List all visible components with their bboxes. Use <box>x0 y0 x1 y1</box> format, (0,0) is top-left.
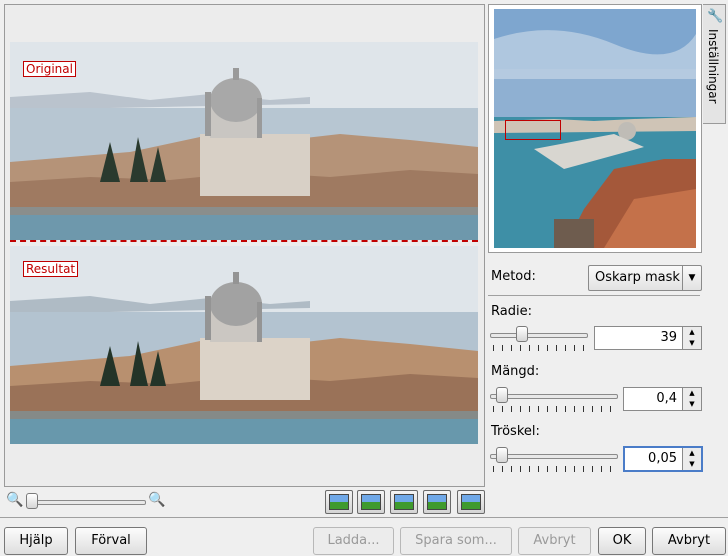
amount-spinbox[interactable]: 0,4 ▲ ▼ <box>623 387 702 411</box>
tab-settings[interactable]: 🔧 Inställningar <box>703 4 726 124</box>
tab-settings-label: Inställningar <box>706 29 720 104</box>
chevron-down-icon: ▼ <box>682 266 701 290</box>
defaults-button[interactable]: Förval <box>75 527 147 555</box>
threshold-slider-handle[interactable] <box>496 447 508 463</box>
separator <box>488 295 700 296</box>
abort-button[interactable]: Avbryt <box>518 527 591 555</box>
zoom-out-icon[interactable]: 🔍 <box>6 492 23 508</box>
radius-label: Radie: <box>491 304 532 319</box>
amount-slider[interactable] <box>490 386 618 412</box>
mode-2-icon <box>361 494 381 510</box>
preview-pane[interactable]: Original Resultat <box>4 4 485 487</box>
zoom-slider[interactable] <box>26 492 146 518</box>
radius-slider[interactable] <box>490 325 588 351</box>
threshold-spinbox[interactable]: 0,05 ▲ ▼ <box>623 446 703 472</box>
zoom-in-icon[interactable]: 🔍 <box>148 492 165 508</box>
navigator-thumbnail-frame <box>488 4 702 253</box>
load-button[interactable]: Ladda... <box>313 527 394 555</box>
amount-slider-handle[interactable] <box>496 387 508 403</box>
method-select-value: Oskarp mask <box>595 270 680 285</box>
threshold-label: Tröskel: <box>491 424 540 439</box>
mode-4-icon <box>427 494 447 510</box>
threshold-value: 0,05 <box>648 451 677 466</box>
original-label: Original <box>23 61 76 77</box>
method-label: Metod: <box>491 269 536 284</box>
zoom-slider-handle[interactable] <box>26 493 38 509</box>
slider-ticks <box>493 406 615 412</box>
spin-arrows-icon[interactable]: ▲ ▼ <box>682 327 701 349</box>
amount-label: Mängd: <box>491 364 540 379</box>
radius-slider-handle[interactable] <box>516 326 528 342</box>
cancel-button[interactable]: Avbryt <box>652 527 726 555</box>
preview-mode-5-button[interactable] <box>457 490 485 514</box>
preview-mode-2-button[interactable] <box>357 490 385 514</box>
wrench-icon: 🔧 <box>707 9 724 24</box>
result-label: Resultat <box>23 261 79 277</box>
slider-ticks <box>493 345 585 351</box>
mode-3-icon <box>394 494 414 510</box>
preview-mode-3-button[interactable] <box>390 490 418 514</box>
ok-button[interactable]: OK <box>598 527 646 555</box>
mode-1-icon <box>329 494 349 510</box>
radius-spinbox[interactable]: 39 ▲ ▼ <box>594 326 702 350</box>
preview-mode-4-button[interactable] <box>423 490 451 514</box>
preview-mode-1-button[interactable] <box>325 490 353 514</box>
slider-ticks <box>493 466 615 472</box>
amount-value: 0,4 <box>656 391 677 406</box>
spin-arrows-icon[interactable]: ▲ ▼ <box>682 448 701 470</box>
spin-arrows-icon[interactable]: ▲ ▼ <box>682 388 701 410</box>
threshold-slider[interactable] <box>490 446 618 472</box>
help-button[interactable]: Hjälp <box>4 527 68 555</box>
viewport-rectangle[interactable] <box>505 120 561 140</box>
navigator-thumbnail[interactable] <box>494 9 696 248</box>
separator <box>0 517 728 518</box>
save-as-button[interactable]: Spara som... <box>400 527 512 555</box>
method-select[interactable]: Oskarp mask ▼ <box>588 265 702 291</box>
result-preview-image[interactable] <box>10 246 478 444</box>
original-preview-image[interactable] <box>10 42 478 240</box>
radius-value: 39 <box>660 330 677 345</box>
mode-5-icon <box>461 494 481 510</box>
preview-split-line[interactable] <box>10 240 478 242</box>
